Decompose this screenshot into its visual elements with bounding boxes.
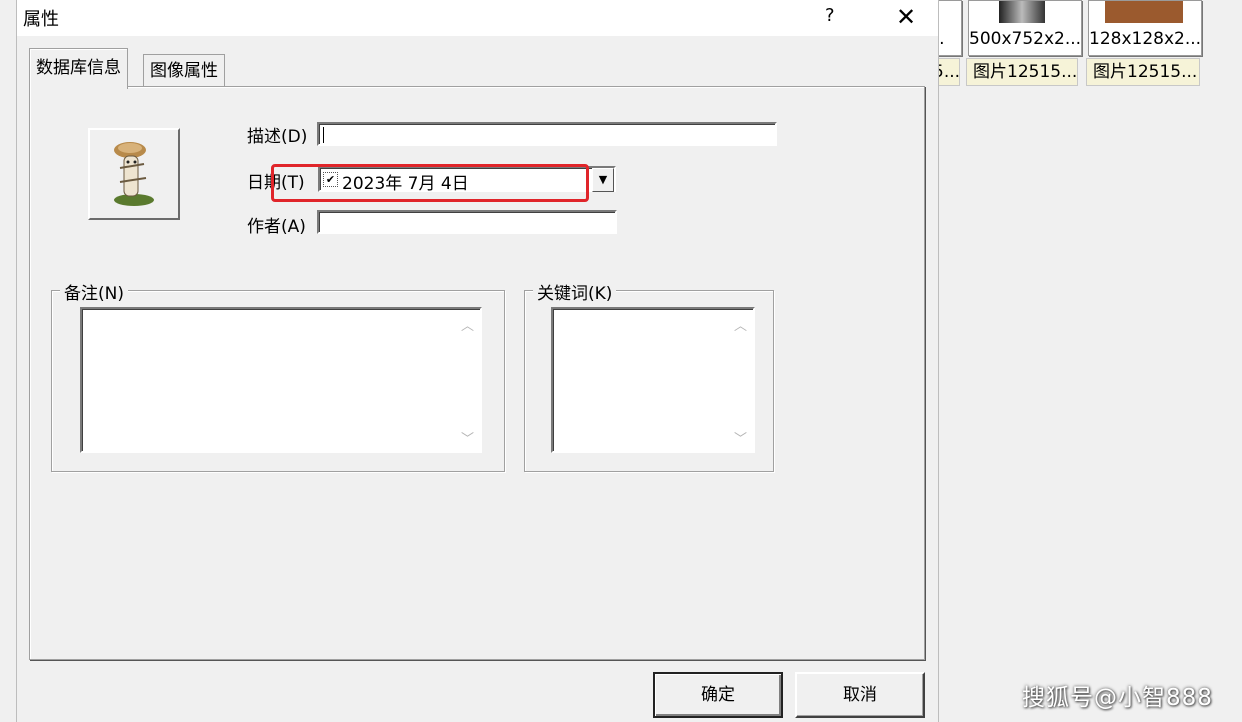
help-button[interactable]: ?	[825, 5, 835, 26]
keywords-textarea[interactable]: ︿ ﹀	[551, 307, 755, 453]
annotation-highlight-box	[271, 164, 589, 202]
file-label[interactable]: 图片12515...	[966, 58, 1078, 86]
image-preview	[88, 128, 180, 220]
ok-button[interactable]: 确定	[653, 672, 783, 718]
properties-dialog: 属性 ? ✕ 数据库信息 图像属性 描述(D) 日期(T) ✔ 2023年 7月…	[16, 0, 939, 722]
watermark: 搜狐号@小智888	[1022, 685, 1213, 711]
description-label: 描述(D)	[247, 127, 308, 147]
description-input[interactable]	[317, 122, 777, 146]
thumbnail-item[interactable]: 128x128x2...	[1088, 0, 1202, 56]
thumbnail-image	[1105, 1, 1183, 23]
keywords-group-label: 关键词(K)	[533, 279, 617, 304]
thumbnail-caption: 500x752x2...	[969, 29, 1081, 49]
notes-textarea[interactable]: ︿ ﹀	[80, 307, 482, 453]
tab-database-info[interactable]: 数据库信息	[29, 48, 128, 89]
close-button[interactable]: ✕	[891, 0, 921, 34]
cancel-button[interactable]: 取消	[795, 672, 925, 718]
scroll-down-icon[interactable]: ﹀	[734, 428, 747, 447]
thumbnail-image	[999, 1, 1045, 23]
author-label: 作者(A)	[247, 217, 306, 237]
close-icon: ✕	[895, 3, 917, 31]
tab-image-properties[interactable]: 图像属性	[143, 54, 225, 87]
dropdown-arrow-icon: ▼	[598, 173, 608, 186]
notes-group-label: 备注(N)	[60, 279, 128, 304]
text-caret	[323, 127, 324, 143]
file-label[interactable]: 图片12515...	[1086, 58, 1200, 86]
title-bar: 属性 ? ✕	[17, 0, 938, 36]
scroll-down-icon[interactable]: ﹀	[461, 428, 474, 447]
notes-group: 备注(N) ︿ ﹀	[51, 279, 505, 472]
thumbnail-caption: 128x128x2...	[1089, 29, 1201, 49]
keywords-group: 关键词(K) ︿ ﹀	[524, 279, 774, 472]
thumbnail-item[interactable]: 500x752x2...	[968, 0, 1082, 56]
scroll-up-icon[interactable]: ︿	[461, 315, 474, 334]
author-input[interactable]	[317, 210, 617, 234]
dialog-title: 属性	[23, 9, 59, 30]
date-dropdown-button[interactable]: ▼	[592, 168, 614, 192]
mushroom-figure-icon	[114, 142, 154, 206]
scroll-up-icon[interactable]: ︿	[734, 315, 747, 334]
background-window: 2... 500x752x2... 128x128x2... 5... 图片12…	[900, 0, 1242, 722]
